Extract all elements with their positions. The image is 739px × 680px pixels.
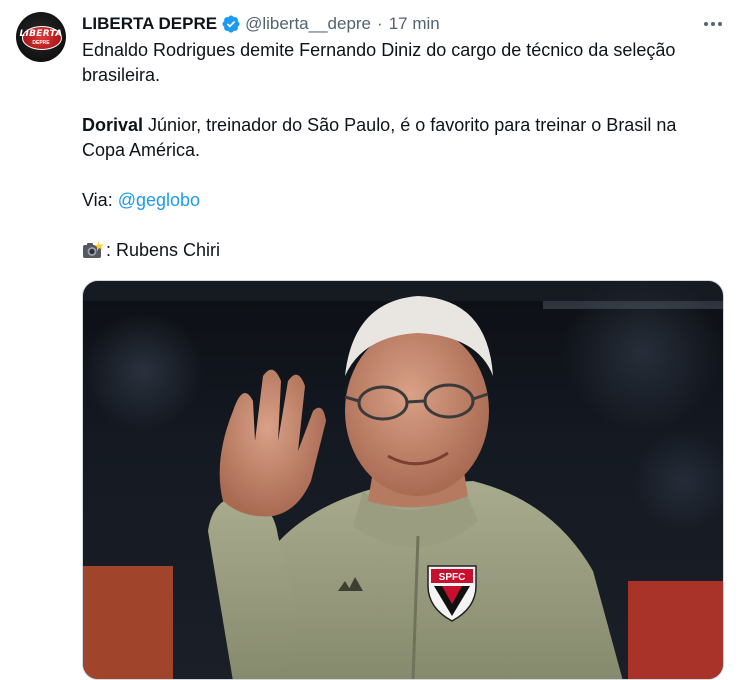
header-separator: · xyxy=(377,14,383,33)
bold-name: Dorival xyxy=(82,115,144,135)
tweet-header: LIBERTA DEPRE @liberta__depre · 17 min xyxy=(82,12,440,36)
tweet-text: Ednaldo Rodrigues demite Fernando Diniz … xyxy=(82,38,722,263)
via-label: Via: xyxy=(82,190,118,210)
photo-credit: : Rubens Chiri xyxy=(106,240,221,260)
tweet-paragraph-1: Ednaldo Rodrigues demite Fernando Diniz … xyxy=(82,40,676,85)
more-options-icon[interactable] xyxy=(696,10,730,38)
author-name[interactable]: LIBERTA DEPRE xyxy=(82,14,217,34)
tweet-card: LIBERTA DEPRE LIBERTA DEPRE @liberta__de… xyxy=(0,0,739,680)
avatar-logo-text: LIBERTA xyxy=(19,29,63,39)
camera-flash-icon xyxy=(82,241,104,259)
tweet-photo[interactable]: SPFC xyxy=(82,280,724,680)
tweet-credit-line: : Rubens Chiri xyxy=(82,238,722,263)
tweet-timestamp[interactable]: 17 min xyxy=(389,14,440,34)
author-avatar[interactable]: LIBERTA DEPRE xyxy=(16,12,66,62)
tweet-paragraph-2: Dorival Júnior, treinador do São Paulo, … xyxy=(82,113,722,163)
verified-badge-icon[interactable] xyxy=(221,14,241,34)
paragraph-2-rest: Júnior, treinador do São Paulo, é o favo… xyxy=(82,115,677,160)
author-handle[interactable]: @liberta__depre xyxy=(245,14,371,34)
avatar-logo-subtext: DEPRE xyxy=(32,40,50,46)
tweet-via-line: Via: @geglobo xyxy=(82,188,722,213)
via-mention-link[interactable]: @geglobo xyxy=(118,190,200,210)
crest-text: SPFC xyxy=(439,572,466,583)
